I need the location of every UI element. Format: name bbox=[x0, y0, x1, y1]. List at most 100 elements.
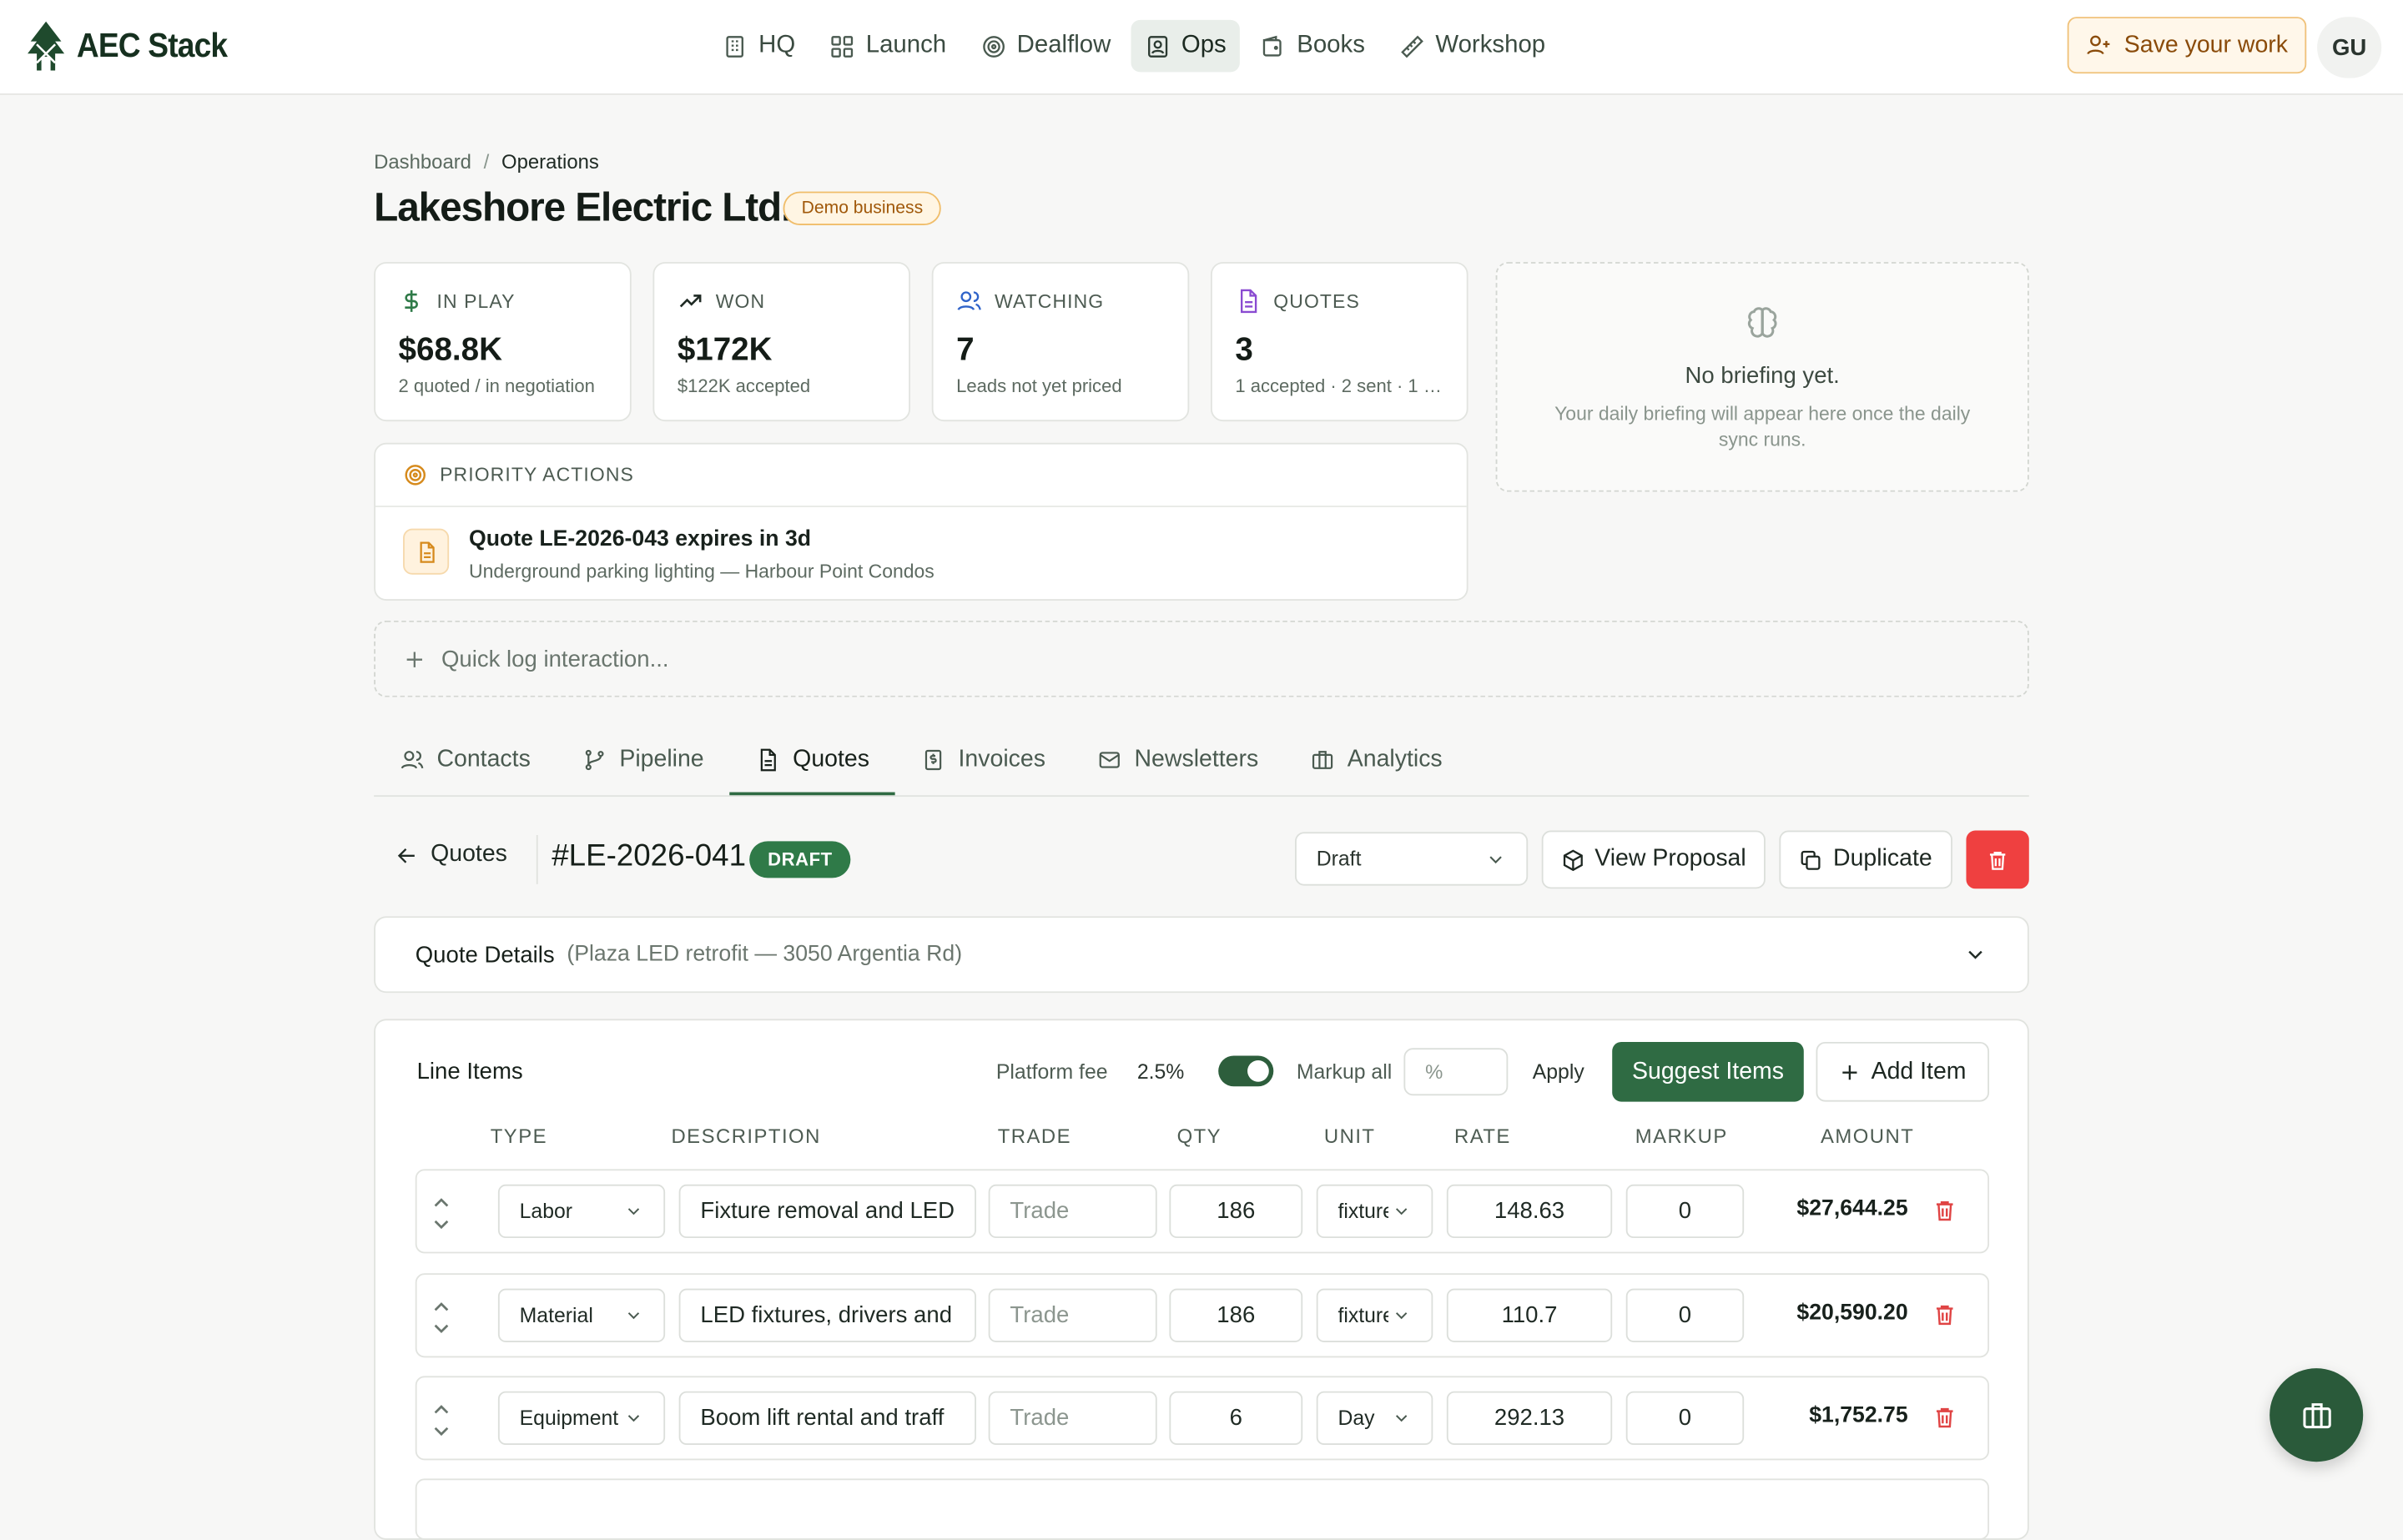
qty-input[interactable]: 186 bbox=[1169, 1184, 1303, 1239]
trash-icon[interactable] bbox=[1932, 1198, 1957, 1222]
nav-hq-label: HQ bbox=[758, 32, 796, 58]
briefing-text: Your daily briefing will appear here onc… bbox=[1554, 403, 1971, 450]
type-select[interactable]: Equipment bbox=[497, 1391, 666, 1446]
app-name: AEC Stack bbox=[76, 26, 228, 65]
reorder-handle-icon[interactable] bbox=[431, 1300, 452, 1336]
divider bbox=[536, 835, 538, 884]
view-proposal-label: View Proposal bbox=[1594, 845, 1746, 873]
qty-input[interactable]: 6 bbox=[1169, 1391, 1303, 1446]
column-header-unit: UNIT bbox=[1323, 1125, 1376, 1148]
tab-label: Analytics bbox=[1347, 746, 1443, 773]
trade-input[interactable]: Trade bbox=[988, 1184, 1157, 1239]
apply-markup-button[interactable]: Apply bbox=[1533, 1060, 1584, 1084]
view-proposal-button[interactable]: View Proposal bbox=[1541, 830, 1766, 889]
save-your-work-button[interactable]: Save your work bbox=[2067, 17, 2307, 74]
chevron-down-icon bbox=[1968, 950, 1982, 959]
tab-contacts[interactable]: Contacts bbox=[374, 727, 557, 792]
plus-icon bbox=[406, 651, 423, 667]
markup-all-label: Markup all bbox=[1296, 1059, 1393, 1084]
description-input[interactable]: Boom lift rental and traff bbox=[678, 1391, 976, 1446]
add-item-button[interactable]: Add Item bbox=[1816, 1041, 1990, 1102]
grid-icon bbox=[831, 35, 854, 57]
page-title: Lakeshore Electric Ltd. bbox=[374, 184, 792, 230]
duplicate-label: Duplicate bbox=[1833, 845, 1932, 873]
priority-item[interactable]: Quote LE-2026-043 expires in 3d Undergro… bbox=[375, 507, 1467, 602]
breadcrumb-dashboard[interactable]: Dashboard bbox=[374, 150, 471, 174]
tab-newsletters[interactable]: Newsletters bbox=[1071, 727, 1284, 792]
rate-input[interactable]: 110.7 bbox=[1446, 1288, 1613, 1342]
reorder-handle-icon[interactable] bbox=[431, 1402, 452, 1439]
tab-invoices[interactable]: Invoices bbox=[895, 727, 1071, 792]
markup-input[interactable]: 0 bbox=[1625, 1288, 1745, 1342]
unit-select[interactable]: Day bbox=[1316, 1391, 1433, 1446]
unit-value: fixture bbox=[1338, 1200, 1388, 1223]
type-select[interactable]: Labor bbox=[497, 1184, 666, 1239]
stat-card-quotes[interactable]: QUOTES 3 1 accepted · 2 sent · 1 d... bbox=[1210, 262, 1468, 422]
quote-details-accordion[interactable]: Quote Details (Plaza LED retrofit — 3050… bbox=[374, 916, 2029, 994]
nav-dealflow[interactable]: Dealflow bbox=[966, 20, 1125, 72]
nav-hq[interactable]: HQ bbox=[708, 20, 809, 72]
user-avatar[interactable]: GU bbox=[2317, 17, 2382, 78]
stat-sub: 2 quoted / in negotiation bbox=[398, 375, 595, 397]
delete-quote-button[interactable] bbox=[1966, 830, 2029, 889]
tab-label: Pipeline bbox=[619, 746, 704, 773]
stat-label: QUOTES bbox=[1273, 290, 1360, 312]
description-input[interactable]: Fixture removal and LED bbox=[678, 1184, 976, 1239]
reorder-handle-icon[interactable] bbox=[431, 1195, 452, 1232]
floating-action-button[interactable] bbox=[2270, 1368, 2364, 1462]
unit-select[interactable]: fixture bbox=[1316, 1184, 1433, 1239]
suggest-items-button[interactable]: Suggest Items bbox=[1612, 1041, 1804, 1102]
quick-log-button[interactable]: Quick log interaction... bbox=[374, 620, 2029, 697]
nav-books[interactable]: Books bbox=[1247, 20, 1379, 72]
description-input[interactable]: LED fixtures, drivers and bbox=[678, 1288, 976, 1342]
stat-sub: Leads not yet priced bbox=[956, 375, 1122, 397]
unit-select[interactable]: fixture bbox=[1316, 1288, 1433, 1342]
tab-pipeline[interactable]: Pipeline bbox=[557, 727, 730, 792]
brain-icon bbox=[1747, 307, 1777, 338]
nav-books-label: Books bbox=[1297, 32, 1365, 58]
save-label: Save your work bbox=[2123, 31, 2289, 58]
stat-card-won[interactable]: WON $172K $122K accepted bbox=[652, 262, 910, 422]
add-line-item-row[interactable] bbox=[415, 1478, 1990, 1540]
type-select[interactable]: Material bbox=[497, 1288, 666, 1342]
nav-dealflow-label: Dealflow bbox=[1016, 32, 1111, 58]
add-item-label: Add Item bbox=[1871, 1058, 1967, 1085]
markup-input[interactable]: 0 bbox=[1625, 1391, 1745, 1446]
nav-workshop[interactable]: Workshop bbox=[1385, 20, 1559, 72]
document-icon bbox=[761, 748, 777, 772]
rate-input[interactable]: 292.13 bbox=[1446, 1391, 1613, 1446]
chevron-down-icon bbox=[1395, 1312, 1408, 1320]
tab-label: Quotes bbox=[793, 746, 869, 773]
document-icon bbox=[1241, 289, 1257, 314]
app-logo[interactable]: AEC Stack bbox=[24, 20, 240, 72]
qty-input[interactable]: 186 bbox=[1169, 1288, 1303, 1342]
trade-input[interactable]: Trade bbox=[988, 1288, 1157, 1342]
tab-analytics[interactable]: Analytics bbox=[1284, 727, 1468, 792]
trash-icon[interactable] bbox=[1932, 1405, 1957, 1429]
unit-value: Day bbox=[1338, 1407, 1375, 1430]
stat-card-in-play[interactable]: IN PLAY $68.8K 2 quoted / in negotiation bbox=[374, 262, 632, 422]
status-select[interactable]: Draft bbox=[1295, 832, 1529, 886]
users-icon bbox=[957, 291, 981, 310]
markup-input[interactable]: 0 bbox=[1625, 1184, 1745, 1239]
back-to-quotes-button[interactable]: Quotes bbox=[395, 841, 507, 868]
nav-ops[interactable]: Ops bbox=[1131, 19, 1241, 73]
contact-card-icon bbox=[1147, 35, 1167, 57]
branch-icon bbox=[586, 749, 604, 771]
line-amount: $1,752.75 bbox=[1809, 1403, 1908, 1428]
tab-quotes[interactable]: Quotes bbox=[729, 727, 896, 796]
platform-fee-value: 2.5% bbox=[1136, 1059, 1185, 1084]
markup-all-input[interactable]: % bbox=[1403, 1048, 1509, 1096]
copy-icon bbox=[1801, 849, 1821, 869]
nav-launch[interactable]: Launch bbox=[815, 20, 960, 72]
trade-input[interactable]: Trade bbox=[988, 1391, 1157, 1446]
stat-card-watching[interactable]: WATCHING 7 Leads not yet priced bbox=[931, 262, 1190, 422]
trash-icon[interactable] bbox=[1932, 1302, 1957, 1326]
invoice-icon bbox=[925, 749, 942, 771]
briefcase-icon bbox=[2302, 1402, 2330, 1428]
rate-input[interactable]: 148.63 bbox=[1446, 1184, 1613, 1239]
arrow-left-icon bbox=[397, 848, 415, 863]
platform-fee-toggle[interactable] bbox=[1218, 1055, 1274, 1087]
duplicate-button[interactable]: Duplicate bbox=[1779, 830, 1952, 889]
plus-icon bbox=[1842, 1064, 1857, 1080]
